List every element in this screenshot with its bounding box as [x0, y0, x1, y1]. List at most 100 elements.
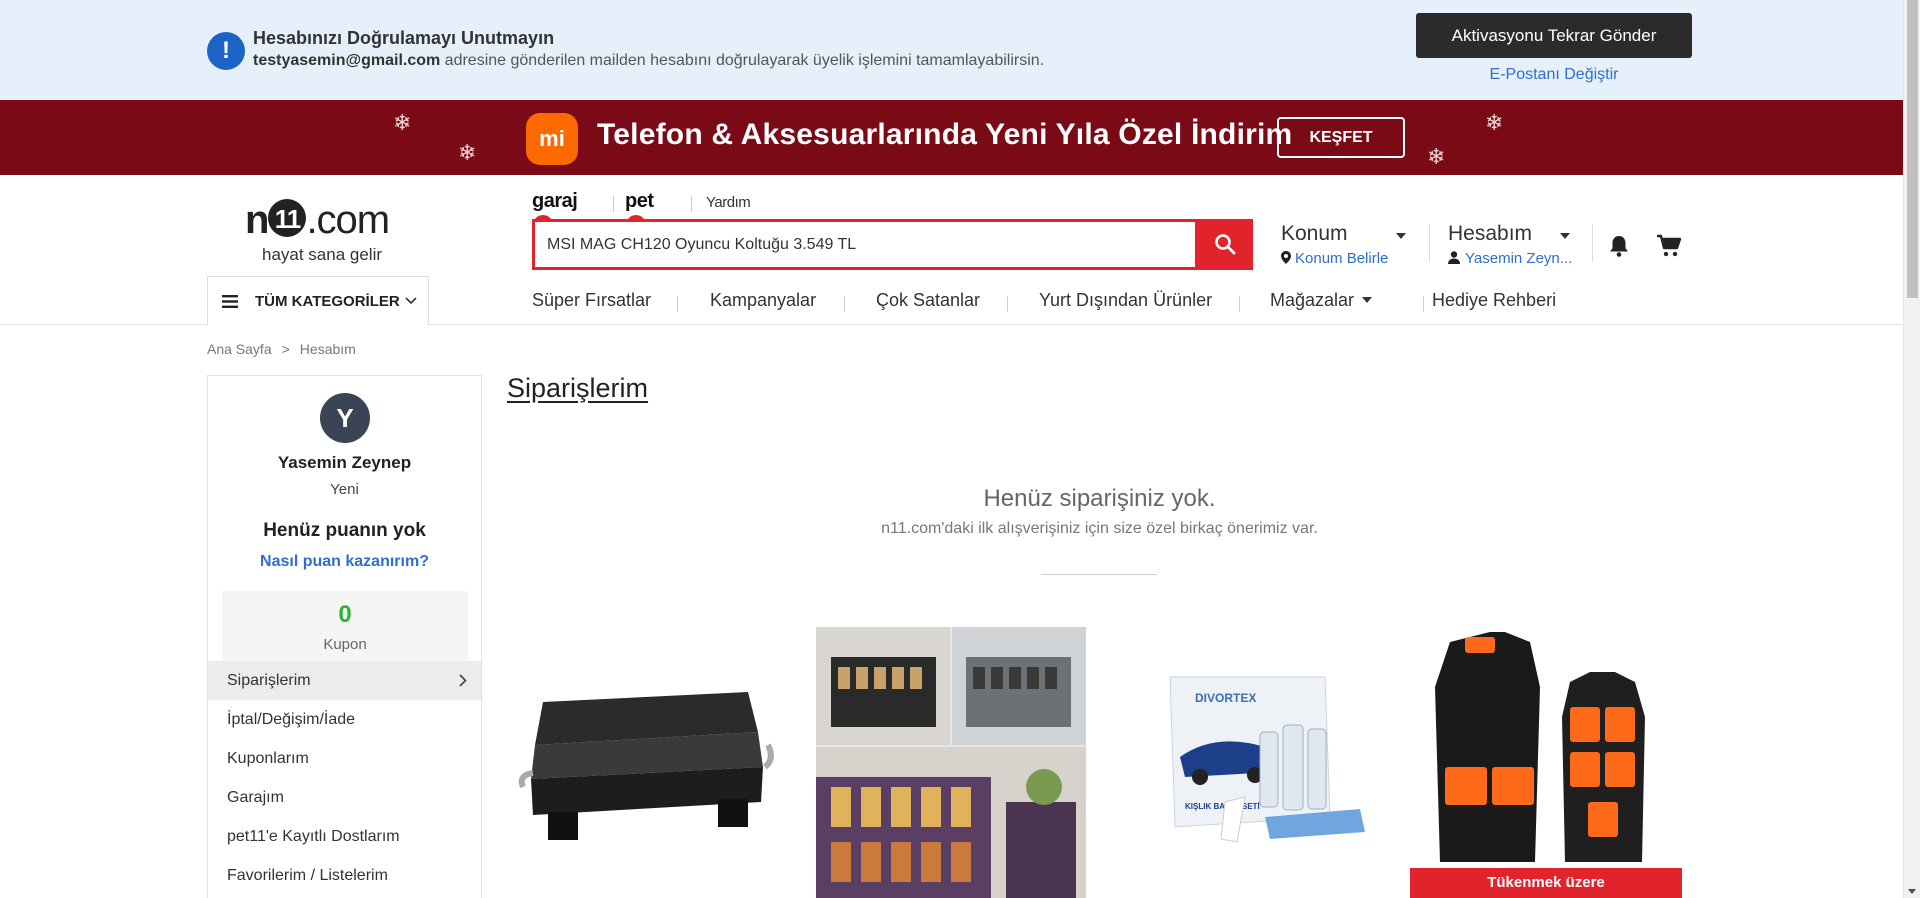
- user-icon: [1448, 251, 1460, 264]
- n11-logo[interactable]: n 11 .com: [245, 198, 390, 243]
- product-card-car-care-kit[interactable]: DIVORTEX KIŞLIK BAKIM SETİ: [1125, 627, 1395, 898]
- nav-best-sellers[interactable]: Çok Satanlar: [876, 290, 980, 311]
- bell-icon: [1610, 236, 1628, 257]
- user-status: Yeni: [330, 481, 359, 498]
- nav-campaigns[interactable]: Kampanyalar: [710, 290, 816, 311]
- divider: [1239, 296, 1240, 312]
- low-stock-badge: Tükenmek üzere: [1410, 868, 1682, 898]
- divider: [1423, 296, 1424, 312]
- info-icon: !: [207, 32, 245, 70]
- divider: [844, 296, 845, 312]
- user-name: Yasemin Zeynep: [277, 453, 412, 472]
- logo-domain: .com: [306, 198, 390, 242]
- sidebar-item-orders[interactable]: Siparişlerim: [208, 661, 481, 700]
- divider: [677, 296, 678, 312]
- account-sub: Yasemin Zeyn...: [1448, 250, 1588, 267]
- snowflake-icon: ❄: [1485, 110, 1504, 135]
- sidebar-item-label: İptal/Değişim/İade: [227, 711, 356, 728]
- all-categories-button[interactable]: TÜM KATEGORİLER: [207, 276, 429, 325]
- verification-message: testyasemin@gmail.com adresine gönderile…: [253, 52, 1044, 70]
- notifications-button[interactable]: [1608, 234, 1630, 263]
- coupon-label: Kupon: [323, 636, 367, 653]
- divider: [1592, 224, 1593, 262]
- product-box-text: KIŞLIK BAKIM SETİ: [1185, 802, 1260, 811]
- product-card-spice-rack[interactable]: [816, 627, 1086, 898]
- chevron-right-icon: [459, 674, 467, 687]
- search-button[interactable]: [1198, 219, 1253, 270]
- sidebar-item-garage[interactable]: Garajım: [208, 778, 481, 817]
- grill-image: [513, 627, 783, 898]
- divider: [1041, 574, 1157, 575]
- logo-tagline: hayat sana gelir: [262, 245, 383, 264]
- verification-title: Hesabınızı Doğrulamayı Unutmayın: [253, 28, 555, 48]
- logo-n: n: [245, 198, 269, 242]
- vertical-scrollbar[interactable]: [1903, 0, 1920, 898]
- verification-message-text: adresine gönderilen mailden hesabını doğ…: [440, 52, 1045, 69]
- account-menu-list: Siparişlerim İptal/Değişim/İade Kuponlar…: [208, 661, 481, 895]
- divider: [691, 196, 692, 212]
- product-card-heated-vest[interactable]: [1410, 627, 1680, 898]
- nav-stores[interactable]: Mağazalar: [1270, 290, 1373, 311]
- resend-activation-button[interactable]: Aktivasyonu Tekrar Gönder: [1416, 13, 1692, 58]
- nav-super-deals[interactable]: Süper Fırsatlar: [532, 290, 651, 311]
- scrollbar-thumb[interactable]: [1907, 0, 1918, 298]
- sidebar-item-label: Kuponlarım: [227, 750, 309, 767]
- breadcrumb-current[interactable]: Hesabım: [300, 341, 356, 357]
- location-label: Konum: [1281, 222, 1348, 245]
- how-to-earn-points-link[interactable]: Nasıl puan kazanırım?: [208, 553, 481, 571]
- sidebar-item-returns[interactable]: İptal/Değişim/İade: [208, 700, 481, 739]
- divider: [1429, 224, 1430, 262]
- sidebar-item-favorites[interactable]: Favorilerim / Listelerim: [208, 856, 481, 895]
- sidebar-item-pets[interactable]: pet11'e Kayıtlı Dostlarım: [208, 817, 481, 856]
- snowflake-icon: ❄: [1427, 144, 1446, 169]
- empty-orders-subtitle: n11.com'daki ilk alışverişiniz için size…: [881, 520, 1318, 537]
- location-selector[interactable]: Konum Konum Belirle: [1281, 222, 1411, 267]
- divider: [1007, 296, 1008, 312]
- product-card-grill[interactable]: [513, 627, 783, 898]
- divider: [613, 196, 614, 212]
- logo-ladybug-icon: 11: [268, 199, 307, 238]
- sidebar-item-label: Favorilerim / Listelerim: [227, 867, 388, 884]
- breadcrumb: Ana Sayfa > Hesabım: [207, 341, 356, 357]
- page-title: Siparişlerim: [507, 373, 649, 403]
- promo-text: Telefon & Aksesuarlarında Yeni Yıla Özel…: [597, 118, 1293, 151]
- cart-icon: [1657, 234, 1682, 257]
- coupon-count: 0: [338, 601, 352, 628]
- hamburger-icon: [222, 295, 238, 308]
- scroll-down-icon[interactable]: [1908, 889, 1916, 894]
- product-box-brand: DIVORTEX: [1195, 691, 1256, 705]
- nav-gift-guide[interactable]: Hediye Rehberi: [1432, 290, 1556, 311]
- sidebar-item-label: pet11'e Kayıtlı Dostlarım: [227, 828, 400, 845]
- pet-text: pet: [625, 190, 654, 212]
- change-email-link[interactable]: E-Postanı Değiştir: [1416, 66, 1692, 84]
- nav-international[interactable]: Yurt Dışından Ürünler: [1039, 290, 1212, 311]
- nav-stores-label: Mağazalar: [1270, 290, 1355, 310]
- chevron-down-icon: [405, 297, 417, 305]
- avatar: Y: [320, 393, 370, 443]
- search-icon: [1215, 234, 1236, 255]
- cart-button[interactable]: [1656, 234, 1682, 263]
- location-dropdown-icon[interactable]: [1396, 233, 1406, 239]
- location-sub-text: Konum Belirle: [1295, 250, 1389, 267]
- breadcrumb-home[interactable]: Ana Sayfa: [207, 341, 272, 357]
- coupon-summary[interactable]: 0 Kupon: [222, 591, 468, 661]
- snowflake-icon: ❄: [393, 110, 412, 135]
- mi-logo: mi: [526, 113, 578, 165]
- account-menu[interactable]: Hesabım Yasemin Zeyn...: [1448, 222, 1588, 267]
- caret-down-icon: [1362, 297, 1373, 303]
- snowflake-icon: ❄: [458, 140, 477, 165]
- help-link[interactable]: Yardım: [706, 194, 751, 211]
- account-dropdown-icon[interactable]: [1560, 233, 1570, 239]
- search-input[interactable]: MSI MAG CH120 Oyuncu Koltuğu 3.549 TL: [532, 219, 1198, 270]
- heated-vest-image: [1410, 627, 1680, 898]
- garaj-text: garaj: [532, 190, 578, 212]
- empty-orders-title: Henüz siparişiniz yok.: [983, 485, 1216, 512]
- promo-discover-button[interactable]: KEŞFET: [1277, 117, 1405, 158]
- account-sidebar: Y Yasemin Zeynep Yeni Henüz puanın yok N…: [207, 375, 482, 898]
- page: ! Hesabınızı Doğrulamayı Unutmayın testy…: [0, 0, 1903, 898]
- verification-email: testyasemin@gmail.com: [253, 52, 441, 69]
- location-sub: Konum Belirle: [1281, 250, 1411, 267]
- all-categories-label: TÜM KATEGORİLER: [255, 293, 400, 310]
- sidebar-item-label: Siparişlerim: [227, 672, 311, 689]
- sidebar-item-coupons[interactable]: Kuponlarım: [208, 739, 481, 778]
